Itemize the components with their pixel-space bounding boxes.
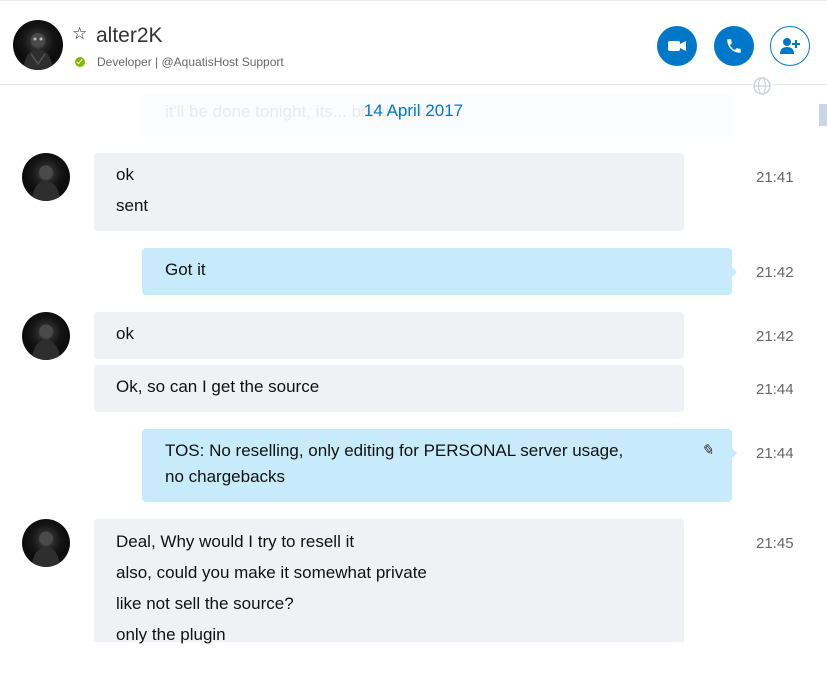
- add-person-icon: [780, 38, 800, 54]
- message-text: sent: [116, 196, 149, 215]
- message-text: ok: [116, 324, 134, 343]
- message-text: Ok, so can I get the source: [116, 377, 320, 396]
- audio-call-button[interactable]: [714, 26, 754, 66]
- message-timestamp: 21:45: [756, 535, 794, 552]
- incoming-message-bubble[interactable]: ok sent: [94, 153, 684, 231]
- bubble-tail: [731, 266, 737, 278]
- contact-mood-message: Developer | @AquatisHost Support: [97, 55, 284, 69]
- outgoing-message-bubble[interactable]: TOS: No reselling, only editing for PERS…: [142, 429, 732, 502]
- incoming-message-bubble[interactable]: ok: [94, 312, 684, 359]
- bubble-tail: [731, 447, 737, 459]
- phone-icon: [727, 39, 741, 53]
- message-text: also, could you make it somewhat private: [116, 563, 427, 582]
- contact-message-avatar[interactable]: [22, 519, 70, 567]
- contact-message-avatar[interactable]: [22, 153, 70, 201]
- contact-avatar[interactable]: [13, 20, 63, 70]
- message-timestamp: 21:41: [756, 169, 794, 186]
- add-people-button[interactable]: [770, 26, 810, 66]
- message-text: no chargebacks: [165, 467, 286, 486]
- video-call-button[interactable]: [657, 26, 697, 66]
- date-separator: 14 April 2017: [363, 101, 464, 120]
- online-status-icon: [75, 57, 85, 67]
- chat-header: ☆ alter2K Developer | @AquatisHost Suppo…: [0, 4, 827, 85]
- message-text: ok: [116, 165, 134, 184]
- video-camera-icon: [668, 41, 686, 51]
- message-timestamp: 21:42: [756, 328, 794, 345]
- globe-icon[interactable]: [752, 76, 772, 96]
- message-text: TOS: No reselling, only editing for PERS…: [165, 441, 624, 460]
- edited-pencil-icon[interactable]: ✎: [701, 441, 714, 459]
- message-text: only the plugin: [116, 625, 226, 644]
- message-text: Deal, Why would I try to resell it: [116, 532, 355, 551]
- message-text: Got it: [165, 260, 206, 279]
- message-text: like not sell the source?: [116, 594, 294, 613]
- favorite-star-icon[interactable]: ☆: [72, 24, 87, 44]
- contact-name: alter2K: [96, 24, 163, 47]
- outgoing-message-bubble[interactable]: Got it: [142, 248, 732, 295]
- message-timestamp: 21:44: [756, 445, 794, 462]
- incoming-message-bubble[interactable]: Ok, so can I get the source: [94, 365, 684, 412]
- message-timestamp: 21:42: [756, 264, 794, 281]
- message-timestamp: 21:44: [756, 381, 794, 398]
- incoming-message-bubble[interactable]: Deal, Why would I try to resell it also,…: [94, 519, 684, 644]
- contact-message-avatar[interactable]: [22, 312, 70, 360]
